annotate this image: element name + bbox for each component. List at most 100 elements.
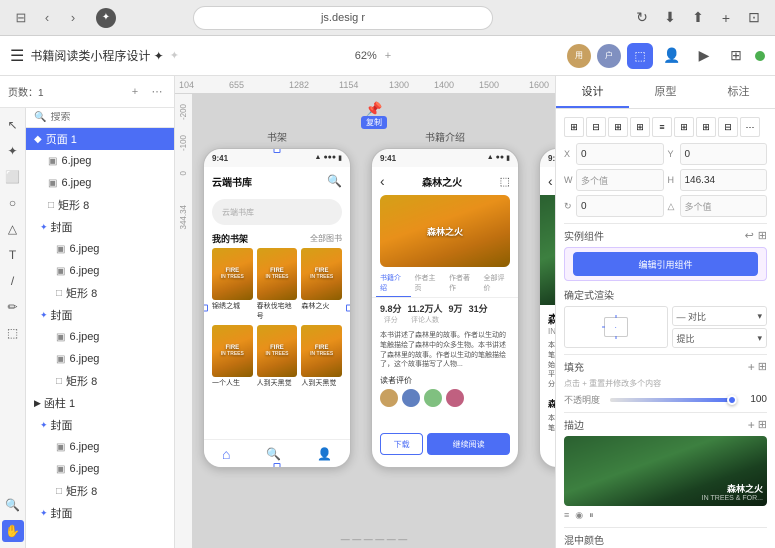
book-item-2[interactable]: FIREIN TREES 春秋伐宅地号 [257,248,298,321]
layer-options-btn[interactable]: ⋯ [148,83,166,101]
y-input[interactable]: 0 [680,143,768,165]
share-btn-2[interactable]: ⬚ [500,175,510,188]
tree-item-page1[interactable]: ◆ 页面 1 [26,128,174,150]
canvas-main[interactable]: 📌 复制 书架 9:41 [193,94,555,548]
tree-item-6jpeg-4[interactable]: ▣ 6.jpeg [26,260,174,282]
merge-btn[interactable]: ⋯ [740,117,760,137]
tab-works[interactable]: 作者著作 [445,270,480,297]
project-title[interactable]: 书籍阅读类小程序设计 ✦ [30,47,163,64]
search-bottom-icon-1[interactable]: 🔍 [266,447,281,461]
tab-reviews[interactable]: 全部评价 [480,270,515,297]
hand-tool[interactable]: ✋ [2,520,24,542]
avatar-2[interactable]: 户 [597,44,621,68]
people-icon[interactable]: 👤 [659,43,685,69]
phone1-search[interactable]: 云端书库 [212,199,342,225]
download-icon[interactable]: ⬇ [659,7,681,29]
share-browser-icon[interactable]: ⬆ [687,7,709,29]
image-tool[interactable]: ⬚ [2,322,24,344]
add-page-btn[interactable]: + [126,83,144,101]
tab-intro[interactable]: 书籍介绍 [376,270,411,297]
tree-item-rect-3[interactable]: □ 矩形 8 [26,370,174,392]
address-bar[interactable]: js.desig r [193,6,493,30]
tree-item-6jpeg-3[interactable]: ▣ 6.jpeg [26,238,174,260]
search-btn-1[interactable]: 🔍 [327,174,342,188]
align-center-btn[interactable]: ⊟ [586,117,606,137]
edit-component-btn[interactable]: 编辑引用组件 [573,252,758,276]
pen-tool[interactable]: ✏ [2,296,24,318]
avatar-1[interactable]: 用 [567,44,591,68]
download-btn[interactable]: 下载 [380,433,423,455]
instance-reset-icon[interactable]: ↩ [745,229,754,242]
tree-item-6jpeg-2[interactable]: ▣ 6.jpeg [26,172,174,194]
fill-add-btn[interactable]: + [748,360,755,374]
constraints-h-select[interactable]: — 对比 ▾ [672,306,768,326]
tree-item-6jpeg-7[interactable]: ▣ 6.jpeg [26,436,174,458]
back-btn-2[interactable]: ‹ [380,173,385,189]
ellipse-tool[interactable]: ○ [2,192,24,214]
distribute-h-btn[interactable]: ⊞ [696,117,716,137]
tab-prototype[interactable]: 原型 [629,76,702,108]
pinpoint-marker[interactable]: 📌 复制 [361,102,387,129]
continue-reading-btn[interactable]: 继续阅读 [427,433,510,455]
opacity-slider-thumb[interactable] [727,395,737,405]
stroke-add-btn[interactable]: + [748,418,755,432]
corner-input[interactable]: 多个值 [680,195,768,217]
tree-item-6jpeg-8[interactable]: ▣ 6.jpeg [26,458,174,480]
menu-icon[interactable]: ☰ [10,46,24,66]
phone2[interactable]: 9:41 ▲ ●● ▮ ‹ 森 [371,148,519,468]
rotation-input[interactable]: 0 [576,195,664,217]
reload-icon[interactable]: ↻ [631,7,653,29]
fullscreen-icon[interactable]: ⊡ [743,7,765,29]
align-left-btn[interactable]: ⊞ [564,117,584,137]
sel-handle-tr[interactable] [346,148,351,153]
tree-item-cover-4[interactable]: ✦ 封面 [26,502,174,524]
zoom-level[interactable]: 62% [355,50,377,62]
tree-item-rect-2[interactable]: □ 矩形 8 [26,282,174,304]
zoom-plus-icon[interactable]: + [385,50,391,62]
tab-annotate[interactable]: 标注 [702,76,775,108]
rect-tool[interactable]: ⬜ [2,166,24,188]
phone3[interactable]: 9:41 ▲ ●● ▮ ‹ [539,148,555,468]
instance-more-icon[interactable]: ⊞ [758,229,767,242]
profile-icon-1[interactable]: 👤 [317,447,332,461]
tab-author[interactable]: 作者主页 [411,270,446,297]
tree-item-6jpeg-6[interactable]: ▣ 6.jpeg [26,348,174,370]
zoom-tool[interactable]: 🔍 [2,494,24,516]
tree-item-cover-1[interactable]: ✦ 封面 [26,216,174,238]
h-input[interactable]: 146.34 [680,169,768,191]
tree-item-cover-3[interactable]: ✦ 封面 [26,414,174,436]
w-input[interactable]: 多个值 [576,169,664,191]
move-tool[interactable]: ↖ [2,114,24,136]
tree-item-6jpeg-5[interactable]: ▣ 6.jpeg [26,326,174,348]
component-tool[interactable]: ✦ [2,140,24,162]
line-tool[interactable]: / [2,270,24,292]
tree-item-rect-4[interactable]: □ 矩形 8 [26,480,174,502]
constraints-v-select[interactable]: 提比 ▾ [672,328,768,348]
back-btn[interactable]: ‹ [36,7,58,29]
tree-item-cover-2[interactable]: ✦ 封面 [26,304,174,326]
back-btn-3[interactable]: ‹ [548,173,553,189]
play-preview-icon[interactable]: ▶ [691,43,717,69]
sel-handle-tl[interactable] [203,148,208,153]
export-icon[interactable]: ⊞ [723,43,749,69]
stroke-grid-btn[interactable]: ⊞ [758,418,767,432]
text-tool[interactable]: T [2,244,24,266]
phone1[interactable]: 9:41 ▲ ●●● ▮ 云端书库 [203,148,351,468]
book-item-3[interactable]: FIREIN TREES 森林之火 [301,248,342,321]
book-item-6[interactable]: FIREIN TREES 人到天黑觉 [301,325,342,388]
distribute-v-btn[interactable]: ⊟ [718,117,738,137]
add-tab-icon[interactable]: + [715,7,737,29]
home-icon-1[interactable]: ⌂ [222,446,230,462]
opacity-slider-track[interactable] [610,398,737,402]
layer-search-input[interactable] [50,112,174,123]
tree-item-6jpeg-1[interactable]: ▣ 6.jpeg [26,150,174,172]
book-item-4[interactable]: FIREIN TREES 一个人生 [212,325,253,388]
book-item-5[interactable]: FIREIN TREES 人到天黑觉 [257,325,298,388]
align-bottom-btn[interactable]: ⊞ [674,117,694,137]
book-item-1[interactable]: FIREIN TREES 锦绣之城 [212,248,253,321]
forward-btn[interactable]: › [62,7,84,29]
align-middle-btn[interactable]: ≡ [652,117,672,137]
design-tools-icon[interactable]: ⬚ [627,43,653,69]
align-right-btn[interactable]: ⊞ [608,117,628,137]
x-input[interactable]: 0 [576,143,664,165]
